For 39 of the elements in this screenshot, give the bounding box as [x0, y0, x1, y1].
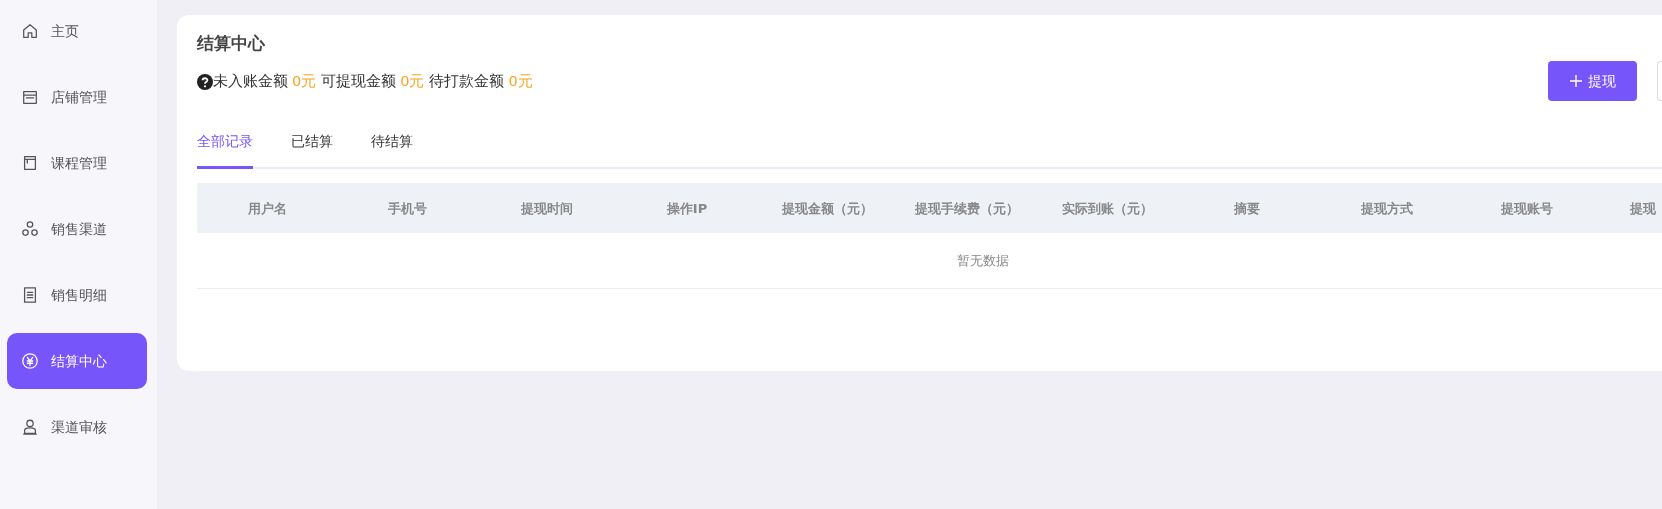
sidebar-item[interactable]: 店铺管理: [7, 69, 147, 125]
column-header: 手机号: [337, 183, 477, 234]
column-header: 操作IP: [617, 183, 757, 234]
sidebar-item[interactable]: 渠道审核: [7, 399, 147, 455]
sidebar-item[interactable]: 销售明细: [7, 267, 147, 323]
sidebar-item[interactable]: 主页: [7, 3, 147, 59]
column-header: 用户名: [197, 183, 337, 234]
summary-amount: 0元: [508, 72, 533, 92]
column-header: 提现: [1597, 183, 1662, 234]
column-header: 提现金额（元）: [757, 183, 897, 234]
empty-message: 暂无数据: [957, 252, 1009, 271]
column-header: 提现时间: [477, 183, 617, 234]
summary-label: 未入账金额: [213, 72, 288, 92]
plus-icon: [1569, 75, 1582, 88]
tab[interactable]: 已结算: [291, 131, 333, 170]
summary-amount: 0元: [400, 72, 425, 92]
sidebar-item[interactable]: 课程管理: [7, 135, 147, 191]
summary-label: 待打款金额: [429, 72, 505, 92]
summary-amount: 0元: [292, 72, 317, 92]
withdraw-button[interactable]: 提现: [1548, 61, 1637, 102]
sidebar-item[interactable]: 结算中心: [7, 333, 147, 389]
document-icon: [21, 286, 39, 304]
user-icon: [21, 418, 39, 436]
page-title: 结算中心: [197, 33, 266, 54]
tab[interactable]: 待结算: [371, 131, 413, 170]
summary-label: 可提现金额: [321, 72, 397, 92]
help-icon[interactable]: [197, 74, 213, 91]
column-header: 摘要: [1177, 183, 1317, 234]
column-header: 提现手续费（元）: [897, 183, 1037, 234]
column-header: 提现方式: [1317, 183, 1457, 234]
sidebar-item[interactable]: 销售渠道: [7, 201, 147, 257]
store-icon: [21, 88, 39, 106]
column-header: 提现账号: [1457, 183, 1597, 234]
column-header: 实际到账（元）: [1037, 183, 1177, 234]
yuan-icon: [21, 352, 39, 370]
home-icon: [21, 22, 39, 40]
tab[interactable]: 全部记录: [197, 131, 253, 170]
window-icon: [21, 154, 39, 172]
circles-icon: [21, 220, 39, 238]
